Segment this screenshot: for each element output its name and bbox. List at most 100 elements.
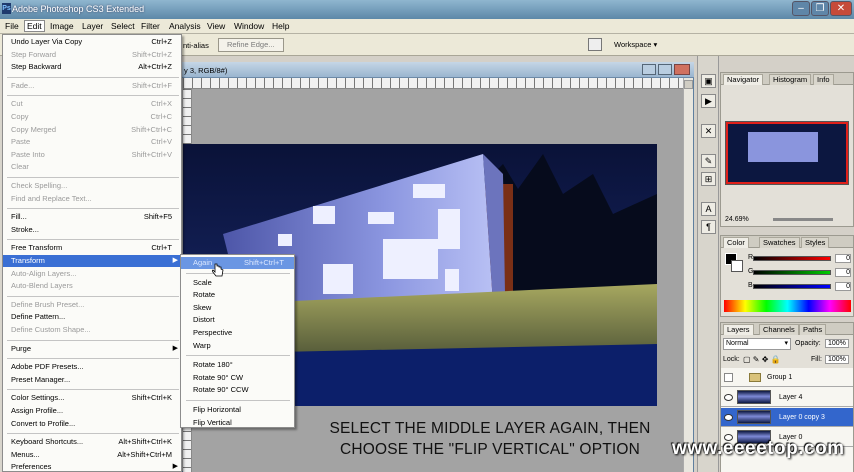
menu-item-label: Menus... — [11, 449, 40, 459]
menu-item-label: Auto-Blend Layers — [11, 281, 73, 291]
menu-file[interactable]: File — [5, 21, 19, 31]
menu-bar: File Edit Image Layer Select Filter Anal… — [0, 19, 854, 34]
transform-item-rotate-90-ccw[interactable]: Rotate 90° CCW — [181, 384, 294, 396]
menu-filter[interactable]: Filter — [141, 21, 160, 31]
anti-alias-label[interactable]: nti-alias — [183, 41, 209, 50]
tab-paths[interactable]: Paths — [799, 324, 827, 335]
doc-minimize-button[interactable] — [642, 64, 656, 75]
navigator-thumbnail[interactable] — [725, 121, 849, 185]
edit-menu-item-preset-manager[interactable]: Preset Manager... — [3, 374, 181, 386]
tab-styles[interactable]: Styles — [801, 237, 830, 248]
edit-menu-item-preferences[interactable]: Preferences ▶ — [3, 461, 181, 472]
brushes-icon[interactable]: ✎ — [701, 154, 716, 168]
vertical-scrollbar[interactable] — [683, 78, 693, 472]
fill-label: Fill: — [811, 356, 822, 363]
layer-row[interactable]: Group 1 — [721, 368, 853, 387]
menu-help[interactable]: Help — [272, 21, 289, 31]
menu-select[interactable]: Select — [111, 21, 135, 31]
transform-item-flip-horizontal[interactable]: Flip Horizontal — [181, 404, 294, 416]
transform-item-distort[interactable]: Distort — [181, 314, 294, 326]
doc-maximize-button[interactable] — [658, 64, 672, 75]
transform-item-skew[interactable]: Skew — [181, 302, 294, 314]
channel-b-slider[interactable] — [753, 284, 831, 289]
workspace-dropdown[interactable]: Workspace ▾ — [614, 40, 657, 49]
edit-menu-item-color-settings[interactable]: Color Settings... Shift+Ctrl+K — [3, 392, 181, 404]
edit-menu-item-assign-profile[interactable]: Assign Profile... — [3, 405, 181, 417]
transform-item-rotate[interactable]: Rotate — [181, 289, 294, 301]
close-button[interactable]: ✕ — [830, 1, 852, 16]
edit-menu-item-step-backward[interactable]: Step Backward Alt+Ctrl+Z — [3, 61, 181, 73]
menu-item-label: Flip Horizontal — [193, 405, 241, 414]
paragraph-icon[interactable]: ¶ — [701, 220, 716, 234]
menu-window[interactable]: Window — [234, 21, 264, 31]
menu-image[interactable]: Image — [50, 21, 74, 31]
visibility-eye-icon[interactable] — [724, 414, 733, 421]
menu-item-label: Fill... — [11, 212, 27, 222]
history-icon[interactable]: ▣ — [701, 74, 716, 88]
visibility-eye-icon[interactable] — [724, 394, 733, 401]
horizontal-ruler[interactable] — [183, 78, 683, 89]
channel-r-value[interactable]: 0 — [835, 254, 851, 263]
refine-edge-button[interactable]: Refine Edge... — [218, 38, 284, 52]
tool-presets-icon[interactable]: ✕ — [701, 124, 716, 138]
channel-b-value[interactable]: 0 — [835, 282, 851, 291]
layer-row[interactable]: Layer 4 — [721, 388, 853, 407]
tab-info[interactable]: Info — [813, 74, 834, 85]
tab-navigator[interactable]: Navigator — [723, 74, 764, 85]
edit-menu-item-keyboard-shortcuts[interactable]: Keyboard Shortcuts... Alt+Shift+Ctrl+K — [3, 436, 181, 448]
menu-edit[interactable]: Edit — [24, 20, 45, 32]
lock-label: Lock: — [723, 356, 740, 363]
edit-menu-item-adobe-pdf-presets[interactable]: Adobe PDF Presets... — [3, 361, 181, 373]
lock-icons[interactable]: ▢ ✎ ✥ 🔒 — [743, 355, 781, 364]
menu-item-label: Flip Vertical — [193, 417, 232, 427]
edit-menu-item-purge[interactable]: Purge ▶ — [3, 343, 181, 355]
blend-mode-select[interactable]: Normal ▾ — [723, 338, 791, 350]
tab-channels[interactable]: Channels — [759, 324, 799, 335]
transform-item-rotate-90-cw[interactable]: Rotate 90° CW — [181, 372, 294, 384]
transform-item-perspective[interactable]: Perspective — [181, 327, 294, 339]
edit-menu-item-define-pattern[interactable]: Define Pattern... — [3, 311, 181, 323]
edit-menu-item-free-transform[interactable]: Free Transform Ctrl+T — [3, 242, 181, 254]
tab-swatches[interactable]: Swatches — [759, 237, 800, 248]
edit-menu-item-convert-to-profile[interactable]: Convert to Profile... — [3, 418, 181, 430]
minimize-button[interactable]: – — [792, 1, 810, 16]
edit-menu-item-fill[interactable]: Fill... Shift+F5 — [3, 211, 181, 223]
edit-menu-item-check-spelling: Check Spelling... — [3, 180, 181, 192]
edit-menu-item-stroke[interactable]: Stroke... — [3, 224, 181, 236]
menu-layer[interactable]: Layer — [82, 21, 103, 31]
edit-menu-item-transform[interactable]: Transform ▶ — [3, 255, 181, 267]
zoom-level[interactable]: 24.69% — [725, 216, 749, 223]
menu-item-label: Perspective — [193, 328, 233, 337]
clone-source-icon[interactable]: ⊞ — [701, 172, 716, 186]
channel-g-slider[interactable] — [753, 270, 831, 275]
restore-button[interactable]: ❐ — [811, 1, 829, 16]
tab-layers[interactable]: Layers — [723, 324, 754, 335]
tab-histogram[interactable]: Histogram — [769, 74, 812, 85]
channel-g-value[interactable]: 0 — [835, 268, 851, 277]
menu-item-shortcut: Alt+Ctrl+Z — [138, 62, 172, 72]
transform-item-rotate-180[interactable]: Rotate 180° — [181, 359, 294, 371]
menu-view[interactable]: View — [207, 21, 225, 31]
transform-item-again[interactable]: Again Shift+Ctrl+T — [181, 257, 294, 269]
menu-analysis[interactable]: Analysis — [169, 21, 201, 31]
edit-menu-item-step-forward: Step Forward Shift+Ctrl+Z — [3, 49, 181, 61]
transform-item-scale[interactable]: Scale — [181, 277, 294, 289]
color-spectrum-bar[interactable] — [724, 300, 851, 312]
layer-row[interactable]: Layer 0 copy 3 — [721, 408, 853, 427]
background-color-swatch[interactable] — [731, 260, 743, 272]
opacity-value[interactable]: 100% — [825, 339, 849, 348]
edit-menu-item-menus[interactable]: Menus... Alt+Shift+Ctrl+M — [3, 449, 181, 461]
doc-close-button[interactable] — [674, 64, 690, 75]
actions-icon[interactable]: ▶ — [701, 94, 716, 108]
workspace-icon[interactable] — [588, 38, 602, 51]
character-icon[interactable]: A — [701, 202, 716, 216]
visibility-toggle[interactable] — [724, 373, 733, 382]
tab-color[interactable]: Color — [723, 237, 749, 248]
channel-r-slider[interactable] — [753, 256, 831, 261]
transform-item-flip-vertical[interactable]: Flip Vertical — [181, 417, 294, 429]
menu-separator — [7, 358, 179, 360]
zoom-slider[interactable] — [773, 218, 833, 221]
fill-value[interactable]: 100% — [825, 355, 849, 364]
transform-item-warp[interactable]: Warp — [181, 340, 294, 352]
edit-menu-item-undo-layer-via-copy[interactable]: Undo Layer Via Copy Ctrl+Z — [3, 36, 181, 48]
